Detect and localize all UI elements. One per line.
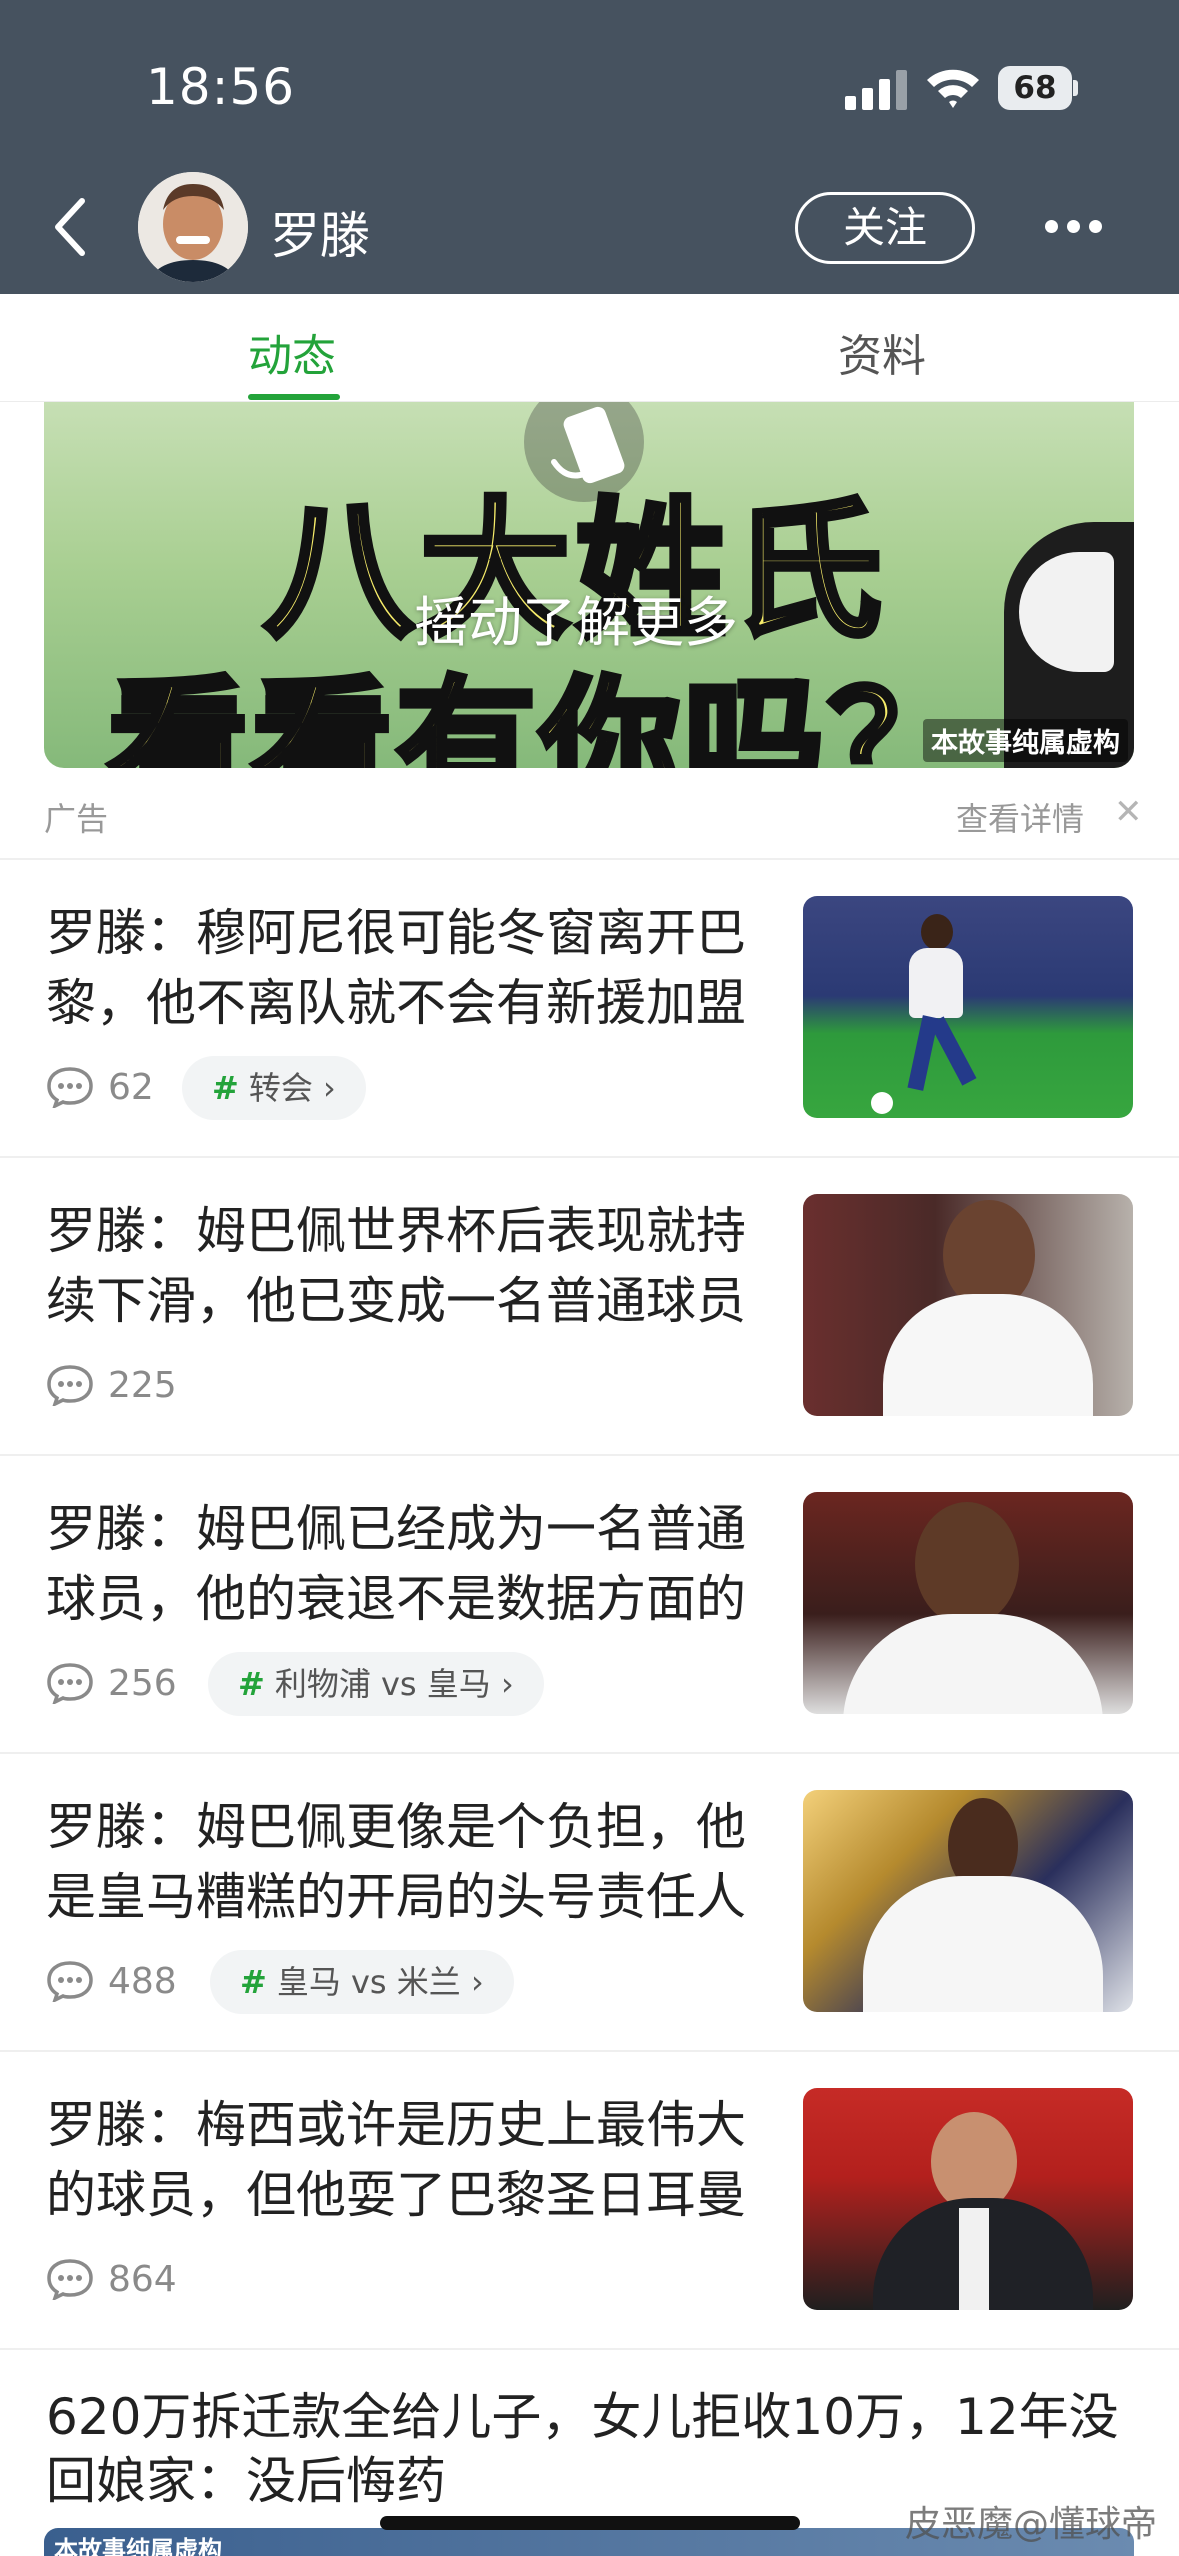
comment-count: 225 [108, 1365, 177, 1406]
battery-icon: 68 [998, 66, 1078, 110]
profile-name: 罗滕 [270, 207, 370, 265]
comment-icon [47, 1365, 93, 1406]
comment-count: 864 [108, 2259, 177, 2300]
topic-tag[interactable]: # 利物浦 vs 皇马 › [208, 1652, 544, 1716]
article-title: 罗滕：姆巴佩已经成为一名普通球员，他的衰退不是数据方面的 [46, 1500, 746, 1628]
topic-tag[interactable]: # 转会 › [182, 1056, 366, 1120]
follow-button[interactable]: 关注 [795, 192, 975, 264]
article-item[interactable]: 罗滕：穆阿尼很可能冬窗离开巴黎，他不离队就不会有新援加盟 62 # 转会 › [0, 860, 1179, 1156]
tab-profile-info[interactable]: 资料 [838, 320, 926, 384]
article-title: 罗滕：穆阿尼很可能冬窗离开巴黎，他不离队就不会有新援加盟 [46, 904, 746, 1032]
back-arrow-icon[interactable] [50, 195, 90, 259]
ad-detail-link[interactable]: 查看详情 [956, 794, 1084, 840]
ad-banner[interactable]: 八大姓氏 摇动了解更多 看看有你吗？ 本故事纯属虚构 [44, 402, 1134, 768]
article-thumbnail[interactable] [803, 1790, 1133, 2012]
watermark: 皮恶魔@懂球帝 [905, 2504, 1158, 2545]
article-thumbnail[interactable] [803, 896, 1133, 1118]
comment-count: 256 [108, 1663, 177, 1704]
article-thumbnail[interactable] [803, 1194, 1133, 1416]
divider [0, 2348, 1179, 2350]
avatar[interactable] [138, 172, 248, 282]
topic-label: 皇马 vs 米兰 › [276, 1963, 484, 2001]
ad-disclaimer: 本故事纯属虚构 [923, 719, 1128, 762]
comment-icon [47, 1663, 93, 1704]
article-thumbnail[interactable] [803, 2088, 1133, 2310]
article-thumbnail[interactable] [803, 1492, 1133, 1714]
status-time: 18:56 [146, 58, 296, 116]
active-tab-indicator [248, 394, 340, 400]
battery-level: 68 [998, 66, 1072, 110]
topic-label: 转会 › [248, 1069, 336, 1107]
image-caption: 本故事纯属虚构 [54, 2536, 222, 2556]
comment-icon [47, 1067, 93, 1108]
hashtag-icon: # [212, 1069, 239, 1107]
wifi-icon [927, 69, 979, 108]
article-title: 罗滕：梅西或许是历史上最伟大的球员，但他耍了巴黎圣日耳曼 [46, 2096, 746, 2224]
topic-label: 利物浦 vs 皇马 › [274, 1665, 514, 1703]
topic-tag[interactable]: # 皇马 vs 米兰 › [210, 1950, 514, 2014]
ad-headline-line2: 看看有你吗？ [105, 661, 973, 768]
close-ad-icon[interactable]: ✕ [1114, 792, 1143, 832]
article-item[interactable]: 罗滕：姆巴佩已经成为一名普通球员，他的衰退不是数据方面的 256 # 利物浦 vs… [0, 1456, 1179, 1752]
comment-count: 488 [108, 1961, 177, 2002]
hashtag-icon: # [238, 1665, 265, 1703]
article-title: 罗滕：姆巴佩世界杯后表现就持续下滑，他已变成一名普通球员 [46, 1202, 746, 1330]
ad-label: 广告 [44, 800, 109, 838]
article-title[interactable]: 620万拆迁款全给儿子，女儿拒收10万，12年没回娘家：没后悔药 [46, 2385, 1136, 2513]
article-item[interactable]: 罗滕：姆巴佩更像是个负担，他是皇马糟糕的开局的头号责任人 488 # 皇马 vs … [0, 1754, 1179, 2050]
tab-bar: 动态 资料 [0, 294, 1179, 402]
profile-header: 18:56 68 罗滕 关注 [0, 0, 1179, 294]
article-title: 罗滕：姆巴佩更像是个负担，他是皇马糟糕的开局的头号责任人 [46, 1798, 746, 1926]
comment-icon [47, 2259, 93, 2300]
more-options-icon[interactable] [1045, 220, 1105, 236]
article-item[interactable]: 罗滕：梅西或许是历史上最伟大的球员，但他耍了巴黎圣日耳曼 864 [0, 2052, 1179, 2348]
ad-meta-row: 广告 查看详情 ✕ [44, 790, 1143, 840]
article-item[interactable]: 罗滕：姆巴佩世界杯后表现就持续下滑，他已变成一名普通球员 225 [0, 1158, 1179, 1454]
comment-count: 62 [108, 1067, 154, 1108]
tab-activity[interactable]: 动态 [248, 320, 336, 384]
hashtag-icon: # [240, 1963, 267, 2001]
home-indicator[interactable] [380, 2516, 800, 2530]
cellular-signal-icon [845, 70, 909, 110]
comment-icon [47, 1961, 93, 2002]
